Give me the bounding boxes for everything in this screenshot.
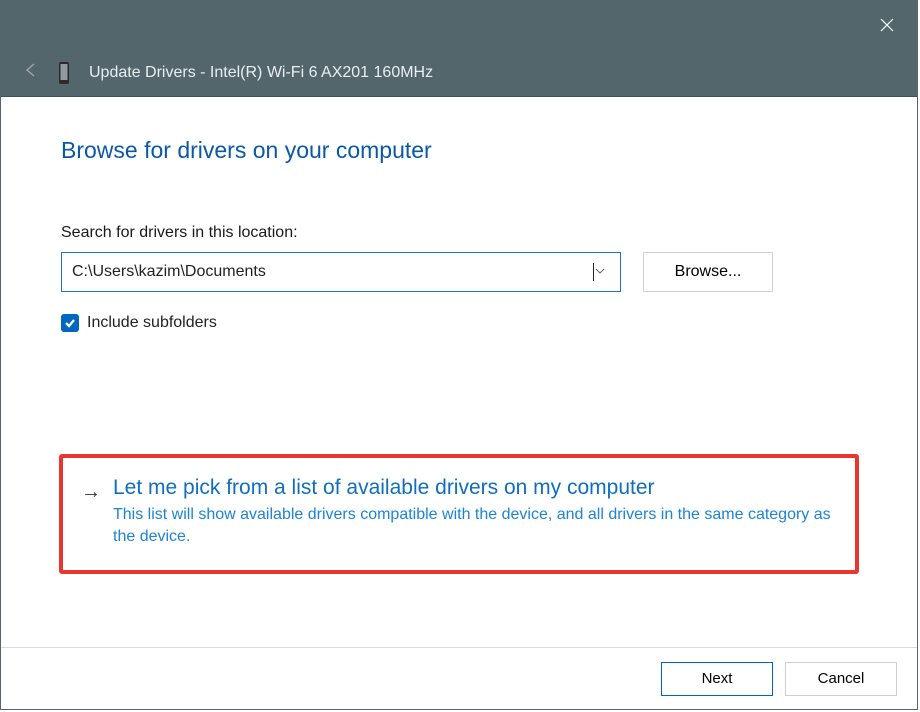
search-location-label: Search for drivers in this location: bbox=[61, 224, 869, 242]
close-button[interactable] bbox=[864, 5, 909, 45]
option-title: Let me pick from a list of available dri… bbox=[113, 476, 837, 500]
back-icon[interactable] bbox=[23, 62, 39, 83]
arrow-right-icon: → bbox=[81, 476, 101, 506]
path-value: C:\Users\kazim\Documents bbox=[72, 263, 592, 281]
next-button-label: Next bbox=[702, 670, 733, 687]
window-title: Update Drivers - Intel(R) Wi-Fi 6 AX201 … bbox=[89, 64, 433, 82]
next-button[interactable]: Next bbox=[661, 662, 773, 696]
pick-from-list-option[interactable]: → Let me pick from a list of available d… bbox=[59, 454, 859, 574]
check-icon bbox=[64, 317, 76, 329]
browse-button-label: Browse... bbox=[675, 263, 742, 281]
chevron-down-icon[interactable] bbox=[594, 265, 610, 280]
option-description: This list will show available drivers co… bbox=[113, 504, 837, 548]
subheader: Update Drivers - Intel(R) Wi-Fi 6 AX201 … bbox=[1, 49, 917, 97]
path-row: C:\Users\kazim\Documents Browse... bbox=[61, 252, 869, 292]
include-subfolders-label: Include subfolders bbox=[87, 314, 217, 332]
include-subfolders-checkbox[interactable] bbox=[61, 314, 79, 332]
content-area: Browse for drivers on your computer Sear… bbox=[1, 97, 917, 647]
titlebar bbox=[1, 1, 917, 49]
include-subfolders-row[interactable]: Include subfolders bbox=[61, 314, 869, 332]
cancel-button-label: Cancel bbox=[818, 670, 865, 687]
browse-button[interactable]: Browse... bbox=[643, 252, 773, 292]
footer: Next Cancel bbox=[1, 647, 917, 709]
device-icon bbox=[57, 62, 71, 84]
path-combobox[interactable]: C:\Users\kazim\Documents bbox=[61, 252, 621, 292]
close-icon bbox=[880, 18, 894, 32]
update-drivers-window: Update Drivers - Intel(R) Wi-Fi 6 AX201 … bbox=[0, 0, 918, 710]
page-heading: Browse for drivers on your computer bbox=[61, 137, 869, 164]
cancel-button[interactable]: Cancel bbox=[785, 662, 897, 696]
